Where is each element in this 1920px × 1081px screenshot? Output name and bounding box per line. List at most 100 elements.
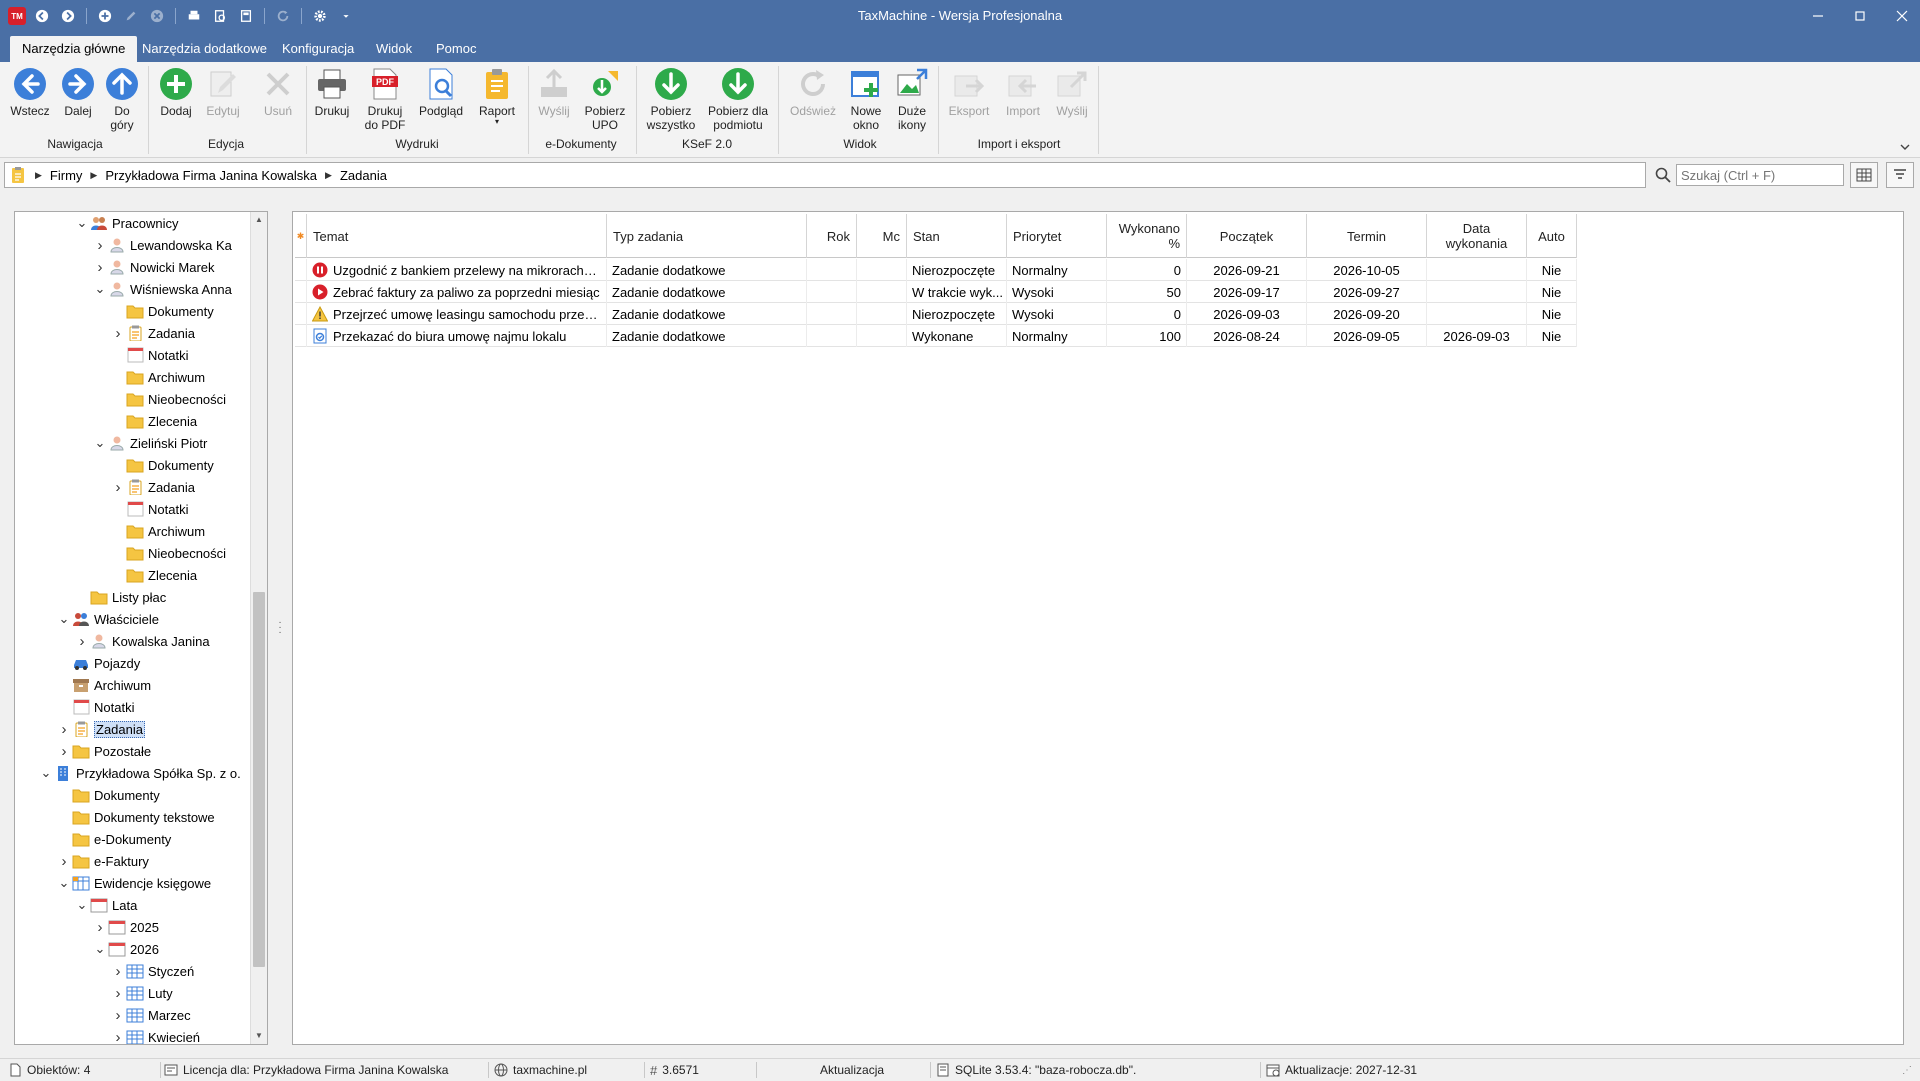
expand-chevron-icon[interactable]: ›	[111, 1029, 125, 1045]
cell-stan[interactable]: Wykonane	[907, 325, 1007, 347]
cell-mc[interactable]	[857, 303, 907, 325]
column-header-wykonano[interactable]: Wykonano %	[1107, 214, 1187, 258]
fetch-entity-button[interactable]: Pobierz dla podmiotu	[706, 66, 770, 132]
expand-chevron-icon[interactable]: ›	[57, 721, 71, 738]
tree-item[interactable]: ⌄ Wiśniewska Anna	[93, 278, 232, 300]
up-button[interactable]: Do góry	[102, 66, 142, 132]
collapse-chevron-icon[interactable]: ⌄	[93, 436, 107, 450]
cell-termin[interactable]: 2026-09-27	[1307, 281, 1427, 303]
column-header-temat[interactable]: Temat	[307, 214, 607, 258]
search-icon[interactable]	[1654, 166, 1672, 184]
fetch-all-button[interactable]: Pobierz wszystko	[644, 66, 698, 132]
cell-mc[interactable]	[857, 259, 907, 281]
cell-typ[interactable]: Zadanie dodatkowe	[607, 303, 807, 325]
cell-wykonano[interactable]: 0	[1107, 303, 1187, 325]
tree-item[interactable]: e-Dokumenty	[57, 828, 171, 850]
update-button[interactable]: Aktualizacja	[820, 1059, 884, 1081]
expand-chevron-icon[interactable]: ›	[111, 963, 125, 980]
tree-item[interactable]: Archiwum	[111, 520, 205, 542]
tree-item[interactable]: Archiwum	[57, 674, 151, 696]
tree-item[interactable]: Listy płac	[75, 586, 166, 608]
customize-dropdown-icon[interactable]	[336, 6, 356, 26]
cell-auto[interactable]: Nie	[1527, 325, 1577, 347]
cell-typ[interactable]: Zadanie dodatkowe	[607, 281, 807, 303]
column-header-priorytet[interactable]: Priorytet	[1007, 214, 1107, 258]
tree-item[interactable]: ⌄ 2026	[93, 938, 159, 960]
collapse-chevron-icon[interactable]: ⌄	[39, 766, 53, 780]
quick-print-icon[interactable]	[184, 6, 204, 26]
expand-chevron-icon[interactable]: ›	[111, 325, 125, 342]
send-button[interactable]: Wyślij	[534, 66, 574, 118]
print-button[interactable]: Drukuj	[312, 66, 352, 118]
quick-preview-icon[interactable]	[210, 6, 230, 26]
tree-item[interactable]: › Marzec	[111, 1004, 191, 1026]
tree-item[interactable]: › Luty	[111, 982, 173, 1004]
cell-auto[interactable]: Nie	[1527, 281, 1577, 303]
row-indicator-header[interactable]: ✱	[295, 214, 307, 258]
cell-rok[interactable]	[807, 259, 857, 281]
cell-temat[interactable]: Przejrzeć umowę leasingu samochodu przed…	[307, 303, 607, 325]
cell-poczatek[interactable]: 2026-08-24	[1187, 325, 1307, 347]
table-row[interactable]: Zebrać faktury za paliwo za poprzedni mi…	[295, 281, 1577, 303]
tree-scrollbar[interactable]: ▲ ▼	[250, 212, 267, 1044]
breadcrumb-item-firma[interactable]: Przykładowa Firma Janina Kowalska	[105, 168, 317, 183]
cell-auto[interactable]: Nie	[1527, 303, 1577, 325]
ribbon-collapse-icon[interactable]	[1898, 140, 1912, 154]
tree-item[interactable]: › Lewandowska Ka	[93, 234, 232, 256]
tree-item[interactable]: › 2025	[93, 916, 159, 938]
tree-item[interactable]: Notatki	[111, 498, 188, 520]
panel-splitter-icon[interactable]: · · ·	[277, 618, 283, 638]
cell-stan[interactable]: Nierozpoczęte	[907, 303, 1007, 325]
tab-narzedzia-dodatkowe[interactable]: Narzędzia dodatkowe	[130, 36, 279, 62]
export-button[interactable]: Eksport	[946, 66, 992, 118]
report-button[interactable]: Raport ▾	[474, 66, 520, 126]
cell-termin[interactable]: 2026-09-20	[1307, 303, 1427, 325]
tree-item[interactable]: › Styczeń	[111, 960, 195, 982]
cell-termin[interactable]: 2026-09-05	[1307, 325, 1427, 347]
breadcrumb-separator-icon[interactable]: ▶	[90, 170, 97, 181]
tree-item[interactable]: › Zadania	[111, 476, 195, 498]
cell-rok[interactable]	[807, 281, 857, 303]
quick-back-icon[interactable]	[32, 6, 52, 26]
breadcrumb-root-icon[interactable]	[9, 166, 27, 184]
preview-button[interactable]: Podgląd	[418, 66, 464, 118]
tree-item[interactable]: Dokumenty	[57, 784, 160, 806]
expand-chevron-icon[interactable]: ›	[93, 259, 107, 276]
column-header-mc[interactable]: Mc	[857, 214, 907, 258]
expand-chevron-icon[interactable]: ›	[93, 919, 107, 936]
quick-calc-icon[interactable]	[236, 6, 256, 26]
cell-priorytet[interactable]: Wysoki	[1007, 303, 1107, 325]
cell-stan[interactable]: W trakcie wyk...	[907, 281, 1007, 303]
column-header-typ[interactable]: Typ zadania	[607, 214, 807, 258]
delete-button[interactable]: Usuń	[258, 66, 298, 118]
collapse-chevron-icon[interactable]: ⌄	[75, 216, 89, 230]
table-row[interactable]: Przejrzeć umowę leasingu samochodu przed…	[295, 303, 1577, 325]
row-indicator[interactable]	[295, 259, 307, 281]
collapse-chevron-icon[interactable]: ⌄	[93, 942, 107, 956]
cell-typ[interactable]: Zadanie dodatkowe	[607, 259, 807, 281]
breadcrumb[interactable]: ▶ Firmy ▶ Przykładowa Firma Janina Kowal…	[4, 162, 1646, 188]
cell-mc[interactable]	[857, 281, 907, 303]
expand-chevron-icon[interactable]: ›	[111, 985, 125, 1002]
column-header-data-wykonania[interactable]: Data wykonania	[1427, 214, 1527, 258]
column-header-poczatek[interactable]: Początek	[1187, 214, 1307, 258]
column-header-rok[interactable]: Rok	[807, 214, 857, 258]
tree-item[interactable]: Zlecenia	[111, 564, 197, 586]
tree-item[interactable]: Dokumenty	[111, 454, 214, 476]
tree-item[interactable]: ⌄ Właściciele	[57, 608, 159, 630]
tree-item[interactable]: › e-Faktury	[57, 850, 149, 872]
cell-temat[interactable]: Zebrać faktury za paliwo za poprzedni mi…	[307, 281, 607, 303]
row-indicator[interactable]	[295, 325, 307, 347]
expand-chevron-icon[interactable]: ›	[57, 853, 71, 870]
tree-item[interactable]: ⌄ Zieliński Piotr	[93, 432, 207, 454]
breadcrumb-separator-icon[interactable]: ▶	[325, 170, 332, 181]
cell-temat[interactable]: Przekazać do biura umowę najmu lokalu	[307, 325, 607, 347]
website-link[interactable]: taxmachine.pl	[513, 1063, 587, 1077]
column-header-termin[interactable]: Termin	[1307, 214, 1427, 258]
tree-item[interactable]: › Nowicki Marek	[93, 256, 215, 278]
cell-data-wykonania[interactable]	[1427, 303, 1527, 325]
forward-button[interactable]: Dalej	[58, 66, 98, 118]
table-row[interactable]: Uzgodnić z bankiem przelewy na mikrorach…	[295, 259, 1577, 281]
tree-item[interactable]: ⌄ Pracownicy	[75, 212, 179, 234]
tree-item[interactable]: Notatki	[111, 344, 188, 366]
